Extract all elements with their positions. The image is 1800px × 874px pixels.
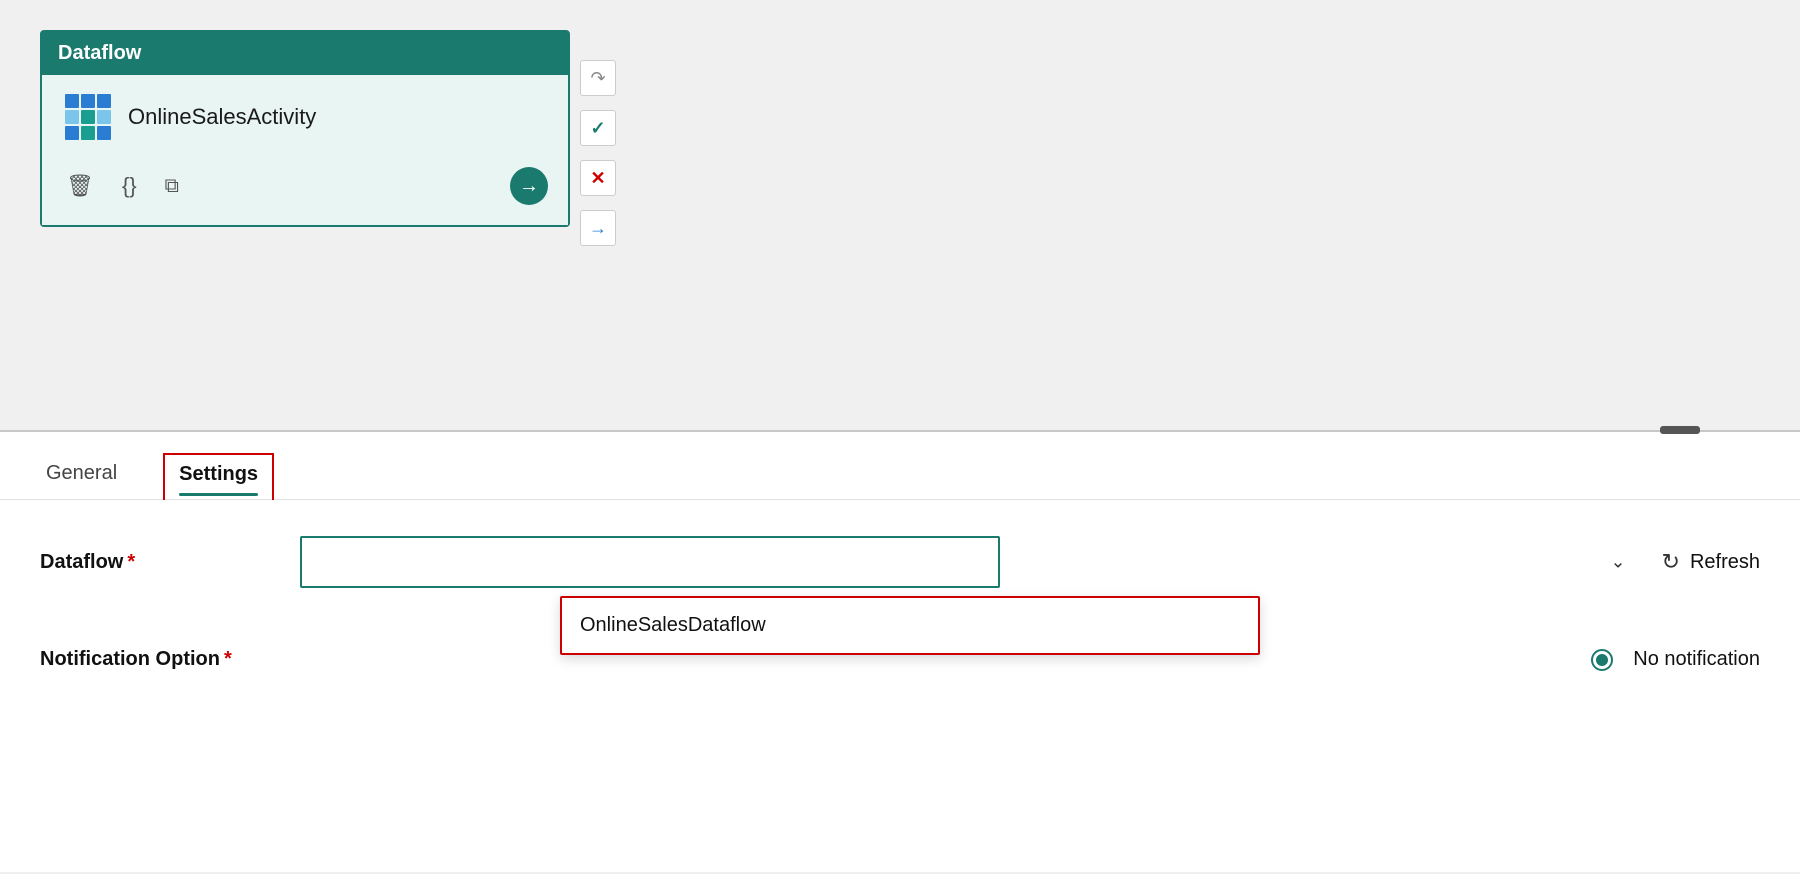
card-actions: 🗑 {} ⧉ → <box>62 167 548 205</box>
divider-handle[interactable] <box>1660 426 1700 434</box>
dataflow-grid-icon <box>62 91 114 143</box>
card-body: OnlineSalesActivity 🗑 {} ⧉ → <box>42 75 568 225</box>
form-area: Dataflow* ⌄ OnlineSalesDataflow ↻ Refres… <box>0 500 1800 731</box>
tab-settings[interactable]: Settings <box>163 453 274 500</box>
dataflow-card: Dataflow <box>40 30 570 227</box>
dataflow-label: Dataflow* <box>40 551 300 574</box>
dropdown-option-online-sales-dataflow[interactable]: OnlineSalesDataflow <box>562 598 1258 653</box>
tabs-row: General Settings <box>0 432 1800 500</box>
notification-required-star: * <box>224 648 232 670</box>
dataflow-required-star: * <box>127 551 135 573</box>
delete-icon[interactable]: 🗑 <box>66 173 94 199</box>
side-icons-panel: ↷ ✓ ✕ → <box>580 60 616 246</box>
next-arrow-button[interactable]: → <box>510 167 548 205</box>
arrow-icon-button[interactable]: → <box>580 210 616 246</box>
activity-row: OnlineSalesActivity <box>62 91 548 143</box>
settings-panel: General Settings Dataflow* ⌄ OnlineSales… <box>0 432 1800 872</box>
activity-name-label: OnlineSalesActivity <box>128 104 316 130</box>
check-icon-button[interactable]: ✓ <box>580 110 616 146</box>
no-notification-radio-circle[interactable] <box>1591 649 1613 671</box>
card-header: Dataflow <box>42 32 568 75</box>
close-icon-button[interactable]: ✕ <box>580 160 616 196</box>
no-notification-label: No notification <box>1633 648 1760 671</box>
notification-label: Notification Option* <box>40 648 300 671</box>
tab-general[interactable]: General <box>40 452 123 499</box>
chevron-down-icon: ⌄ <box>1610 552 1625 573</box>
dataflow-control-wrapper: ⌄ OnlineSalesDataflow <box>300 536 1642 588</box>
dataflow-form-row: Dataflow* ⌄ OnlineSalesDataflow ↻ Refres… <box>40 536 1760 588</box>
no-notification-radio-option[interactable]: No notification <box>1591 648 1760 671</box>
panel-divider <box>0 430 1800 432</box>
copy-icon[interactable]: ⧉ <box>165 175 179 198</box>
dataflow-dropdown-input[interactable] <box>300 536 1000 588</box>
braces-icon[interactable]: {} <box>122 173 137 199</box>
dataflow-dropdown-popup: OnlineSalesDataflow <box>560 596 1260 655</box>
canvas-area: Dataflow <box>0 0 1800 430</box>
refresh-button[interactable]: ↻ Refresh <box>1662 549 1760 575</box>
refresh-icon: ↻ <box>1662 549 1680 575</box>
redo-icon-button[interactable]: ↷ <box>580 60 616 96</box>
